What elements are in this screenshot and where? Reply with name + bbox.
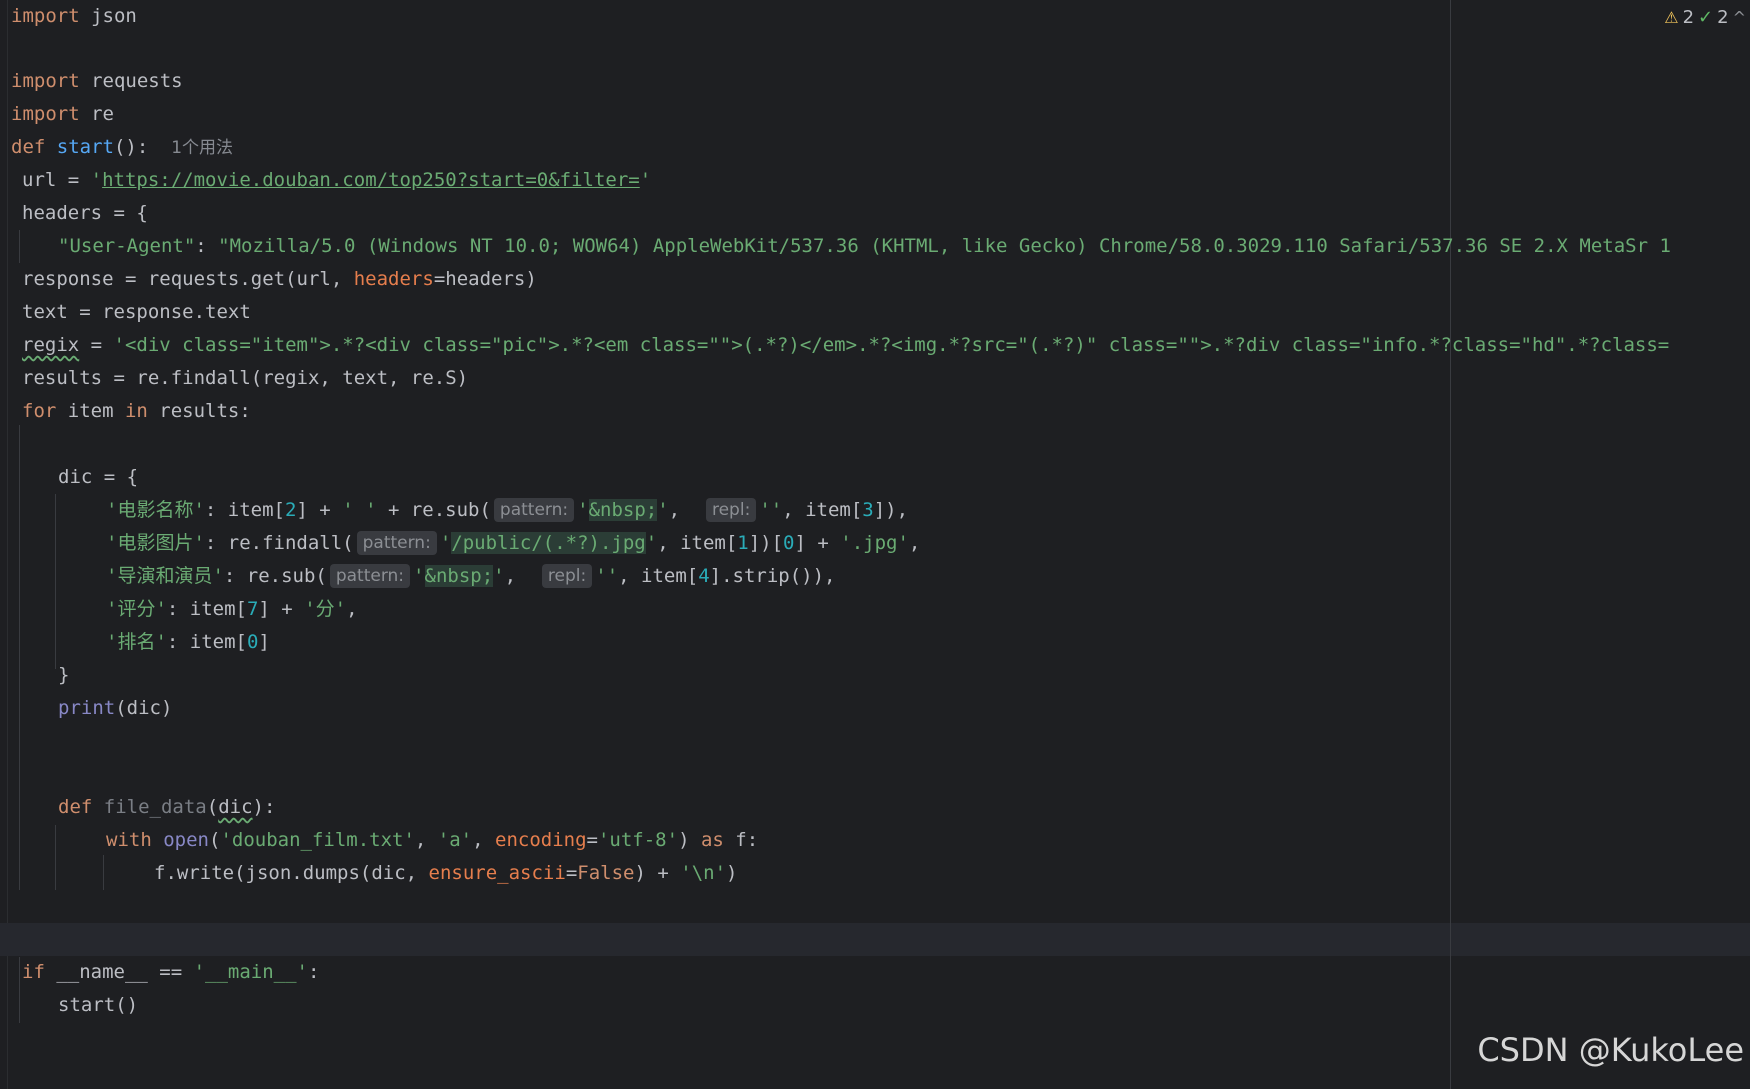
usages-hint[interactable]: 1个用法 <box>171 138 233 158</box>
string-literal: '分' <box>304 598 347 620</box>
code-line[interactable]: if __name__ == '__main__': <box>22 956 319 989</box>
header-key: "User-Agent" <box>58 235 196 257</box>
code-line[interactable]: headers = { <box>22 197 148 230</box>
module-name: re <box>91 103 114 125</box>
indent-guide <box>103 855 104 890</box>
regex-fragment: &nbsp; <box>588 499 658 521</box>
code-line[interactable]: dic = { <box>58 461 138 494</box>
code-line[interactable]: '电影图片': re.findall(pattern: '/public/(.*?… <box>106 527 920 560</box>
code-line[interactable]: } <box>58 659 69 692</box>
code-line[interactable]: for item in results: <box>22 395 251 428</box>
code-editor[interactable]: ⚠ 2 ✓ 2 ^ import json import requests im… <box>0 0 1750 1089</box>
code-line[interactable]: import re <box>11 98 114 131</box>
check-icon: ✓ <box>1698 6 1714 28</box>
code-line[interactable]: '评分': item[7] + '分', <box>106 593 358 626</box>
function-name: start <box>56 136 114 158</box>
code-line[interactable]: with open('douban_film.txt', 'a', encodi… <box>106 824 758 857</box>
module-name: json <box>91 5 137 27</box>
inlay-hint-pattern: pattern: <box>329 564 411 588</box>
indent-guide <box>19 425 20 890</box>
code-line[interactable]: regix = '<div class="item">.*?<div class… <box>22 329 1669 362</box>
code-line[interactable]: start() <box>58 989 138 1022</box>
indent-guide <box>19 230 20 263</box>
code-line[interactable]: def file_data(dic): <box>58 791 275 824</box>
chevron-up-icon[interactable]: ^ <box>1733 8 1746 27</box>
code-line[interactable]: print(dic) <box>58 692 172 725</box>
warning-icon: ⚠ <box>1664 7 1679 27</box>
url-link[interactable]: https://movie.douban.com/top250?start=0&… <box>102 169 640 191</box>
inlay-hint-pattern: pattern: <box>493 498 575 522</box>
code-line[interactable]: f.write(json.dumps(dic, ensure_ascii=Fal… <box>154 857 737 890</box>
code-line[interactable]: "User-Agent": "Mozilla/5.0 (Windows NT 1… <box>58 230 1671 263</box>
string-literal: 'utf-8' <box>597 829 679 851</box>
indent-guide <box>55 825 56 890</box>
module-name: requests <box>91 70 183 92</box>
inlay-hint-repl: repl: <box>541 564 593 588</box>
string-literal: '\n' <box>680 862 727 884</box>
dict-key: '电影图片' <box>106 532 205 554</box>
regex-fragment: &nbsp; <box>424 565 494 587</box>
indent-guide <box>19 957 20 1023</box>
string-literal: 'a' <box>437 829 473 851</box>
indent-guide <box>55 494 56 669</box>
function-name: file_data <box>103 796 207 818</box>
inspection-status[interactable]: ⚠ 2 ✓ 2 ^ <box>1664 4 1750 30</box>
watermark: CSDN @KukoLee <box>1477 1031 1744 1069</box>
checks-count: 2 <box>1717 6 1729 28</box>
string-literal: '.jpg' <box>840 532 909 554</box>
dict-key: '排名' <box>106 631 167 653</box>
inlay-hint-repl: repl: <box>705 498 757 522</box>
code-line[interactable]: '导演和演员': re.sub(pattern: '&nbsp;', repl: '… <box>106 560 836 593</box>
string-literal: 'douban_film.txt' <box>220 829 415 851</box>
code-line[interactable]: url = 'https://movie.douban.com/top250?s… <box>22 164 651 197</box>
code-line[interactable]: import requests <box>11 65 183 98</box>
warnings-count: 2 <box>1682 6 1695 28</box>
regex-fragment: /public/(.*?).jpg <box>451 532 646 554</box>
code-line[interactable]: results = re.findall(regix, text, re.S) <box>22 362 468 395</box>
inlay-hint-pattern: pattern: <box>356 531 437 555</box>
header-value: "Mozilla/5.0 (Windows NT 10.0; WOW64) Ap… <box>218 235 1671 257</box>
code-line[interactable]: text = response.text <box>22 296 251 329</box>
code-line[interactable]: '电影名称': item[2] + ' ' + re.sub(pattern: '… <box>106 494 908 527</box>
code-line[interactable]: '排名': item[0] <box>106 626 270 659</box>
regex-string: '<div class="item">.*?<div class="pic">.… <box>113 334 1670 356</box>
code-line[interactable]: import json <box>11 0 137 33</box>
code-line[interactable]: def start(): 1个用法 <box>11 131 233 164</box>
current-line-highlight <box>0 923 1750 956</box>
dict-key: '导演和演员' <box>106 565 224 587</box>
dict-key: '评分' <box>106 598 167 620</box>
string-literal: '__main__' <box>193 961 308 983</box>
code-line[interactable]: response = requests.get(url, headers=hea… <box>22 263 537 296</box>
right-margin-guide <box>1450 0 1451 1089</box>
dict-key: '电影名称' <box>106 499 205 521</box>
